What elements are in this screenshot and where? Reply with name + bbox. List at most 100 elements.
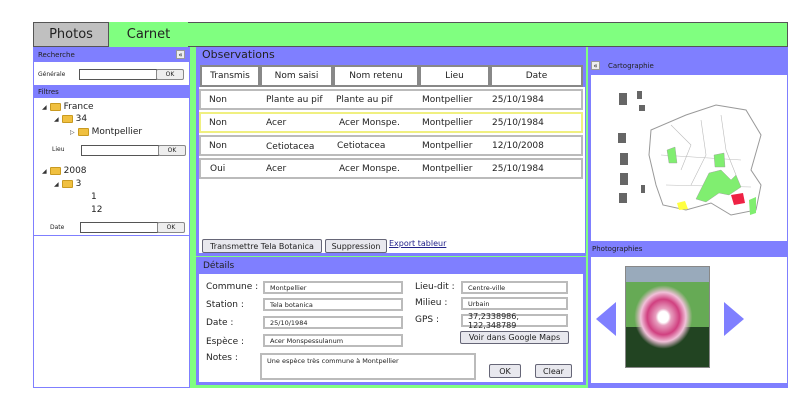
lieu-label: Lieu <box>52 146 65 153</box>
date-input[interactable] <box>80 222 158 233</box>
cell-transmis: Non <box>209 95 227 105</box>
table-row[interactable]: Non Plante au pif Plante au pif Montpellier… <box>199 89 583 110</box>
general-search-input[interactable] <box>79 69 157 80</box>
date-label: Date <box>50 224 65 231</box>
milieu-label: Milieu : <box>415 298 448 308</box>
top-bar-green <box>108 22 788 47</box>
cell-transmis: Non <box>209 118 227 128</box>
cell-date: 25/10/1984 <box>492 164 544 174</box>
flower-photo[interactable] <box>625 266 710 368</box>
tree-node-34[interactable]: ◢ 34 <box>54 114 87 124</box>
commune-label: Commune : <box>206 282 259 292</box>
folder-icon <box>61 180 73 188</box>
column-header-transmis[interactable]: Transmis <box>200 65 260 87</box>
search-header: Recherche « <box>34 48 189 62</box>
filters-header: Filtres <box>34 85 189 98</box>
cell-nom-saisi: Plante au pif <box>266 95 323 105</box>
lieu-input[interactable] <box>81 145 159 156</box>
delete-button[interactable]: Suppression <box>325 239 387 253</box>
lieudit-label: Lieu-dit : <box>415 282 455 292</box>
photo-area <box>591 257 787 383</box>
espece-label: Espèce : <box>206 337 245 347</box>
notes-label: Notes : <box>206 353 238 363</box>
photos-title: Photographies <box>592 244 643 253</box>
right-panel: « Cartographie Photographies <box>588 47 788 388</box>
espece-field[interactable]: Acer Monspessulanum <box>263 334 403 347</box>
tree-label: Montpellier <box>91 127 143 137</box>
filters-title: Filtres <box>38 87 59 96</box>
cell-nom-saisi: Acer <box>266 118 287 128</box>
table-row-selected[interactable]: Non Acer Acer Monspe. Montpellier 25/10/1984 <box>199 112 583 133</box>
details-title: Détails <box>203 261 235 271</box>
commune-field[interactable]: Montpellier <box>263 281 403 294</box>
tab-carnet[interactable]: Carnet <box>108 22 188 47</box>
tree-label: 3 <box>75 179 82 189</box>
cartography-title: Cartographie <box>608 62 654 70</box>
expanded-icon: ◢ <box>42 167 47 175</box>
folder-icon <box>61 115 73 123</box>
station-field[interactable]: Tela botanica <box>263 298 403 311</box>
tree-node-1[interactable]: 1 <box>91 192 97 202</box>
prev-photo-arrow-icon[interactable] <box>596 302 616 336</box>
date-label: Date : <box>206 318 234 328</box>
table-row[interactable]: Non Cetiotacea Cetiotacea Montpellier 12/10/… <box>199 135 583 156</box>
collapse-icon[interactable]: « <box>591 61 600 70</box>
gps-label: GPS : <box>415 315 440 325</box>
table-row[interactable]: Oui Acer Acer Monspe. Montpellier 25/10/1984 <box>199 158 583 179</box>
lieu-ok-button[interactable]: OK <box>158 145 186 156</box>
tree-label: 12 <box>91 205 103 215</box>
next-photo-arrow-icon[interactable] <box>724 302 744 336</box>
cell-nom-retenu: Acer Monspe. <box>339 118 400 128</box>
expanded-icon: ◢ <box>54 180 59 188</box>
lieudit-field[interactable]: Centre-ville <box>461 281 568 294</box>
cell-lieu: Montpellier <box>422 95 473 105</box>
clear-button[interactable]: Clear <box>535 364 572 378</box>
cell-nom-retenu: Acer Monspe. <box>339 164 400 174</box>
tree-label: 34 <box>75 114 88 124</box>
observations-title: Observations <box>202 48 275 61</box>
gps-field[interactable]: 37,2338986, 122,348789 <box>461 312 568 330</box>
general-label: Générale <box>38 71 66 78</box>
tree-node-12[interactable]: 12 <box>91 205 102 215</box>
column-header-date[interactable]: Date <box>490 65 583 87</box>
ok-button[interactable]: OK <box>489 364 521 378</box>
france-map <box>618 91 762 216</box>
milieu-field[interactable]: Urbain <box>461 297 568 310</box>
folder-icon <box>77 128 89 136</box>
cell-nom-retenu: Plante au pif <box>336 95 393 105</box>
cell-transmis: Non <box>209 141 227 151</box>
date-ok-button[interactable]: OK <box>157 222 185 233</box>
tab-photos[interactable]: Photos <box>33 22 109 47</box>
expanded-icon: ◢ <box>42 103 47 111</box>
tree-node-2008[interactable]: ◢ 2008 <box>42 166 87 176</box>
sidebar: Recherche « Générale OK Filtres ◢ France … <box>33 47 190 388</box>
photos-header: Photographies <box>588 242 788 255</box>
tree-label: 2008 <box>63 166 87 176</box>
collapsed-icon: ▷ <box>70 128 75 136</box>
column-header-nom-saisi[interactable]: Nom saisi <box>260 65 333 87</box>
column-header-lieu[interactable]: Lieu <box>419 65 490 87</box>
google-maps-button[interactable]: Voir dans Google Maps <box>460 331 569 344</box>
cell-nom-retenu: Cetiotacea <box>337 141 386 151</box>
expanded-icon: ◢ <box>54 115 59 123</box>
divider <box>34 235 189 236</box>
cell-date: 25/10/1984 <box>492 118 544 128</box>
tree-label: 1 <box>91 192 97 202</box>
column-header-nom-retenu[interactable]: Nom retenu <box>333 65 419 87</box>
collapse-icon[interactable]: « <box>176 50 185 59</box>
tree-node-france[interactable]: ◢ France <box>42 102 94 112</box>
search-title: Recherche <box>38 51 75 59</box>
cell-lieu: Montpellier <box>422 141 473 151</box>
notes-field[interactable]: Une espèce très commune à Montpellier <box>260 353 476 380</box>
export-link[interactable]: Export tableur <box>389 239 446 248</box>
transmit-button[interactable]: Transmettre Tela Botanica <box>202 239 322 253</box>
tree-node-3[interactable]: ◢ 3 <box>54 179 81 189</box>
folder-icon <box>49 167 61 175</box>
date-field[interactable]: 25/10/1984 <box>263 316 403 329</box>
cell-date: 25/10/1984 <box>492 95 544 105</box>
tree-node-montpellier[interactable]: ▷ Montpellier <box>70 127 142 137</box>
general-ok-button[interactable]: OK <box>156 69 184 80</box>
map-area[interactable] <box>591 75 787 241</box>
cell-lieu: Montpellier <box>422 118 473 128</box>
cell-nom-saisi: Cetiotacea <box>266 142 315 152</box>
